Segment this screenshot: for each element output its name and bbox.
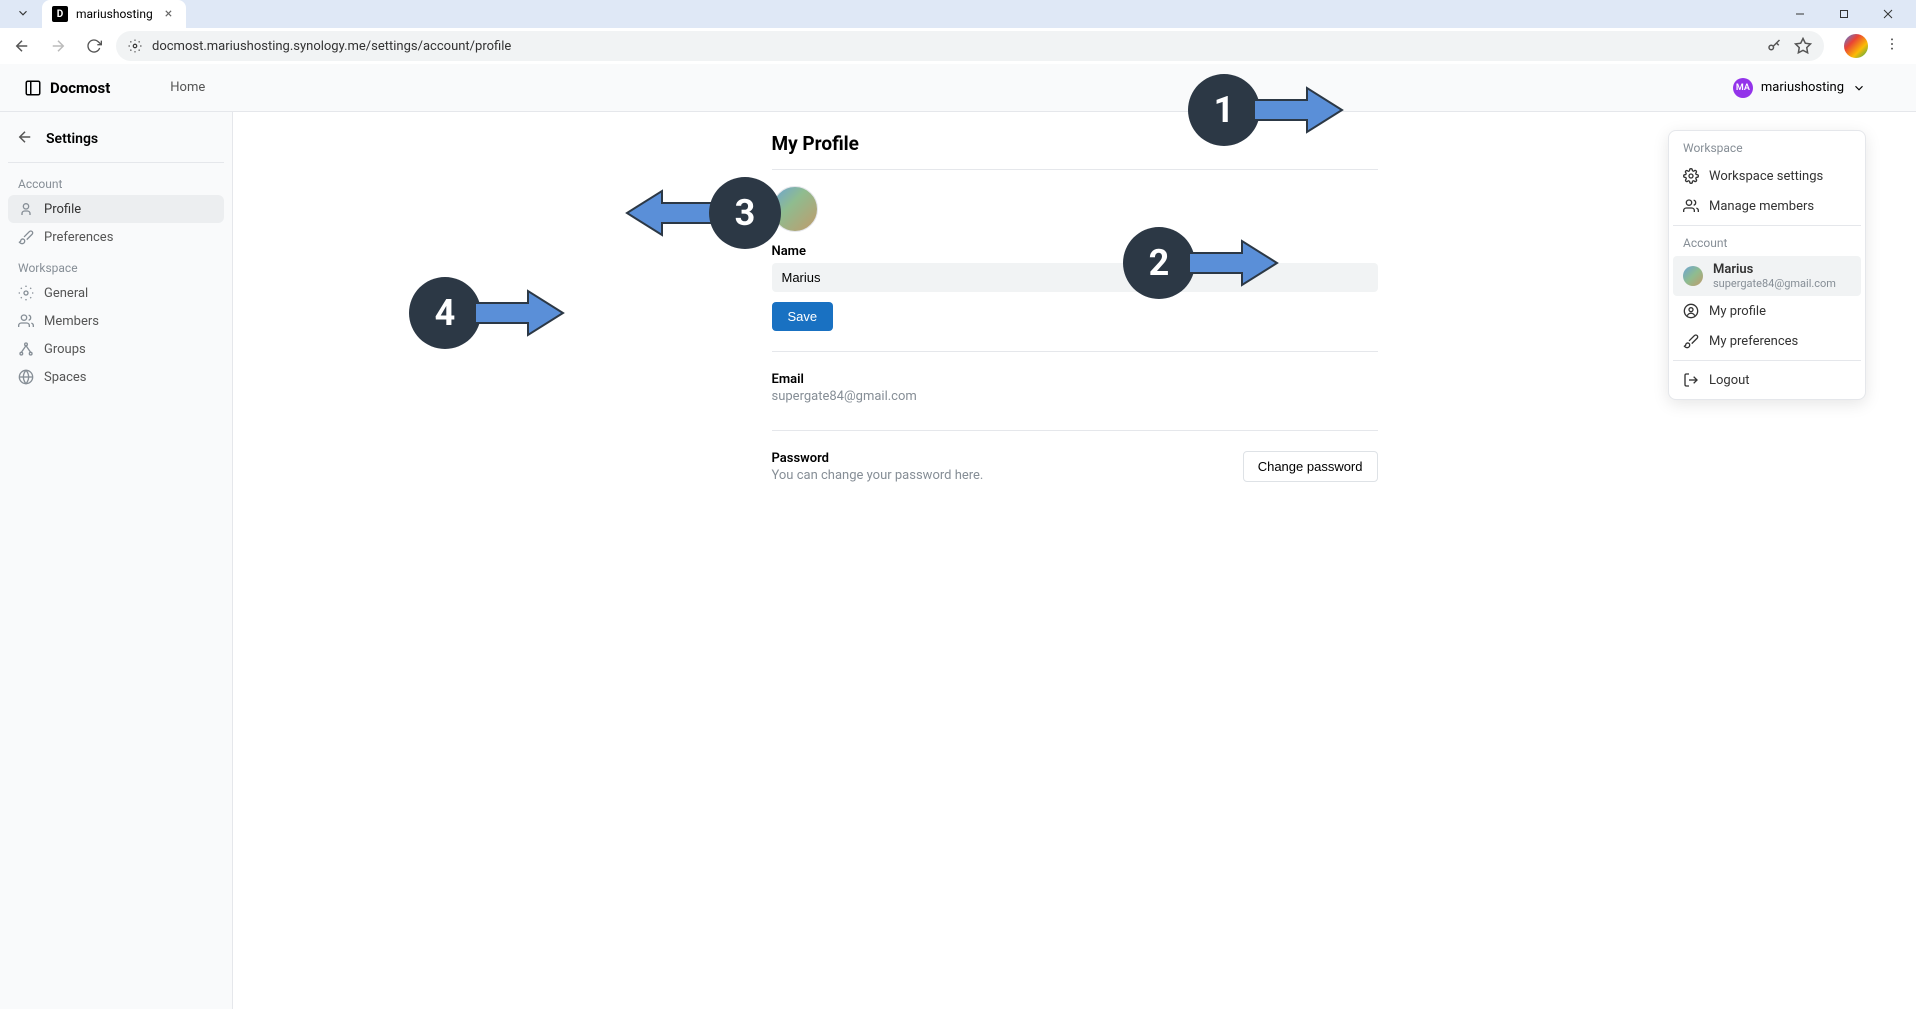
name-field-label: Name (772, 244, 1378, 259)
window-close-icon[interactable] (1868, 0, 1908, 28)
dropdown-user-name: Marius (1713, 262, 1836, 277)
globe-icon (18, 369, 34, 385)
sidebar-toggle-icon[interactable] (24, 79, 42, 97)
password-label: Password (772, 451, 984, 466)
change-password-button[interactable]: Change password (1243, 451, 1378, 482)
window-minimize-icon[interactable] (1780, 0, 1820, 28)
nav-forward-icon[interactable] (44, 32, 72, 60)
tab-favicon-icon: D (52, 6, 68, 22)
user-avatar-icon (1683, 266, 1703, 286)
password-desc: You can change your password here. (772, 468, 984, 483)
browser-toolbar: docmost.mariushosting.synology.me/settin… (0, 28, 1916, 64)
nav-reload-icon[interactable] (80, 32, 108, 60)
app-name: Docmost (50, 79, 110, 97)
browser-profile-avatar[interactable] (1844, 34, 1868, 58)
password-key-icon[interactable] (1766, 37, 1784, 55)
sidebar-title: Settings (46, 131, 98, 147)
dropdown-divider (1673, 225, 1861, 226)
sidebar-section-workspace: Workspace (8, 251, 224, 279)
dropdown-logout[interactable]: Logout (1673, 365, 1861, 395)
app-header: Docmost Home MA mariushosting (0, 64, 1916, 112)
dropdown-label: Workspace settings (1709, 169, 1823, 184)
gear-icon (18, 285, 34, 301)
app-logo[interactable]: Docmost (24, 79, 110, 97)
sidebar-item-label: Groups (44, 342, 86, 357)
sidebar-section-account: Account (8, 167, 224, 195)
email-label: Email (772, 372, 1378, 387)
tab-title: mariushosting (76, 7, 153, 21)
user-avatar-badge: MA (1733, 78, 1753, 98)
user-display-name: mariushosting (1761, 80, 1844, 95)
url-text: docmost.mariushosting.synology.me/settin… (152, 39, 511, 54)
browser-menu-icon[interactable] (1876, 36, 1908, 56)
dropdown-current-user[interactable]: Marius supergate84@gmail.com (1673, 256, 1861, 296)
site-settings-icon[interactable] (128, 39, 142, 53)
save-button[interactable]: Save (772, 302, 834, 331)
browser-titlebar: D mariushosting × (0, 0, 1916, 28)
profile-avatar[interactable] (772, 186, 818, 232)
browser-tab[interactable]: D mariushosting × (42, 0, 186, 28)
user-menu-button[interactable]: MA mariushosting (1733, 78, 1866, 98)
network-icon (18, 341, 34, 357)
dropdown-manage-members[interactable]: Manage members (1673, 191, 1861, 221)
dropdown-label: My profile (1709, 304, 1766, 319)
sidebar-item-spaces[interactable]: Spaces (8, 363, 224, 391)
settings-sidebar: Settings Account Profile Preferences Wor… (0, 112, 233, 1009)
sidebar-item-groups[interactable]: Groups (8, 335, 224, 363)
brush-icon (18, 229, 34, 245)
sidebar-item-members[interactable]: Members (8, 307, 224, 335)
tab-close-icon[interactable]: × (161, 6, 176, 22)
dropdown-section-workspace: Workspace (1673, 135, 1861, 161)
dropdown-user-email: supergate84@gmail.com (1713, 277, 1836, 290)
logout-icon (1683, 372, 1699, 388)
dropdown-label: My preferences (1709, 334, 1798, 349)
chevron-down-icon (1852, 81, 1866, 95)
dropdown-label: Logout (1709, 373, 1750, 388)
dropdown-section-account: Account (1673, 230, 1861, 256)
sidebar-item-label: Preferences (44, 230, 113, 245)
brush-icon (1683, 333, 1699, 349)
sidebar-item-preferences[interactable]: Preferences (8, 223, 224, 251)
name-input[interactable] (772, 263, 1378, 292)
dropdown-workspace-settings[interactable]: Workspace settings (1673, 161, 1861, 191)
dropdown-label: Manage members (1709, 199, 1814, 214)
dropdown-divider (1673, 360, 1861, 361)
nav-home[interactable]: Home (170, 80, 205, 95)
sidebar-item-label: Spaces (44, 370, 87, 385)
page-title: My Profile (772, 132, 1378, 170)
gear-icon (1683, 168, 1699, 184)
main-content: My Profile Name Save Email supergate84@g… (233, 112, 1916, 1009)
dropdown-my-preferences[interactable]: My preferences (1673, 326, 1861, 356)
window-maximize-icon[interactable] (1824, 0, 1864, 28)
sidebar-item-profile[interactable]: Profile (8, 195, 224, 223)
user-icon (18, 201, 34, 217)
user-circle-icon (1683, 303, 1699, 319)
sidebar-item-label: Members (44, 314, 99, 329)
sidebar-item-general[interactable]: General (8, 279, 224, 307)
user-dropdown-menu: Workspace Workspace settings Manage memb… (1668, 130, 1866, 400)
sidebar-item-label: Profile (44, 202, 81, 217)
bookmark-star-icon[interactable] (1794, 37, 1812, 55)
sidebar-item-label: General (44, 286, 88, 301)
dropdown-my-profile[interactable]: My profile (1673, 296, 1861, 326)
nav-back-icon[interactable] (8, 32, 36, 60)
tab-dropdown-icon[interactable] (8, 5, 38, 24)
back-arrow-icon[interactable] (16, 128, 34, 150)
users-icon (1683, 198, 1699, 214)
url-bar[interactable]: docmost.mariushosting.synology.me/settin… (116, 31, 1824, 61)
users-icon (18, 313, 34, 329)
email-value: supergate84@gmail.com (772, 389, 1378, 404)
